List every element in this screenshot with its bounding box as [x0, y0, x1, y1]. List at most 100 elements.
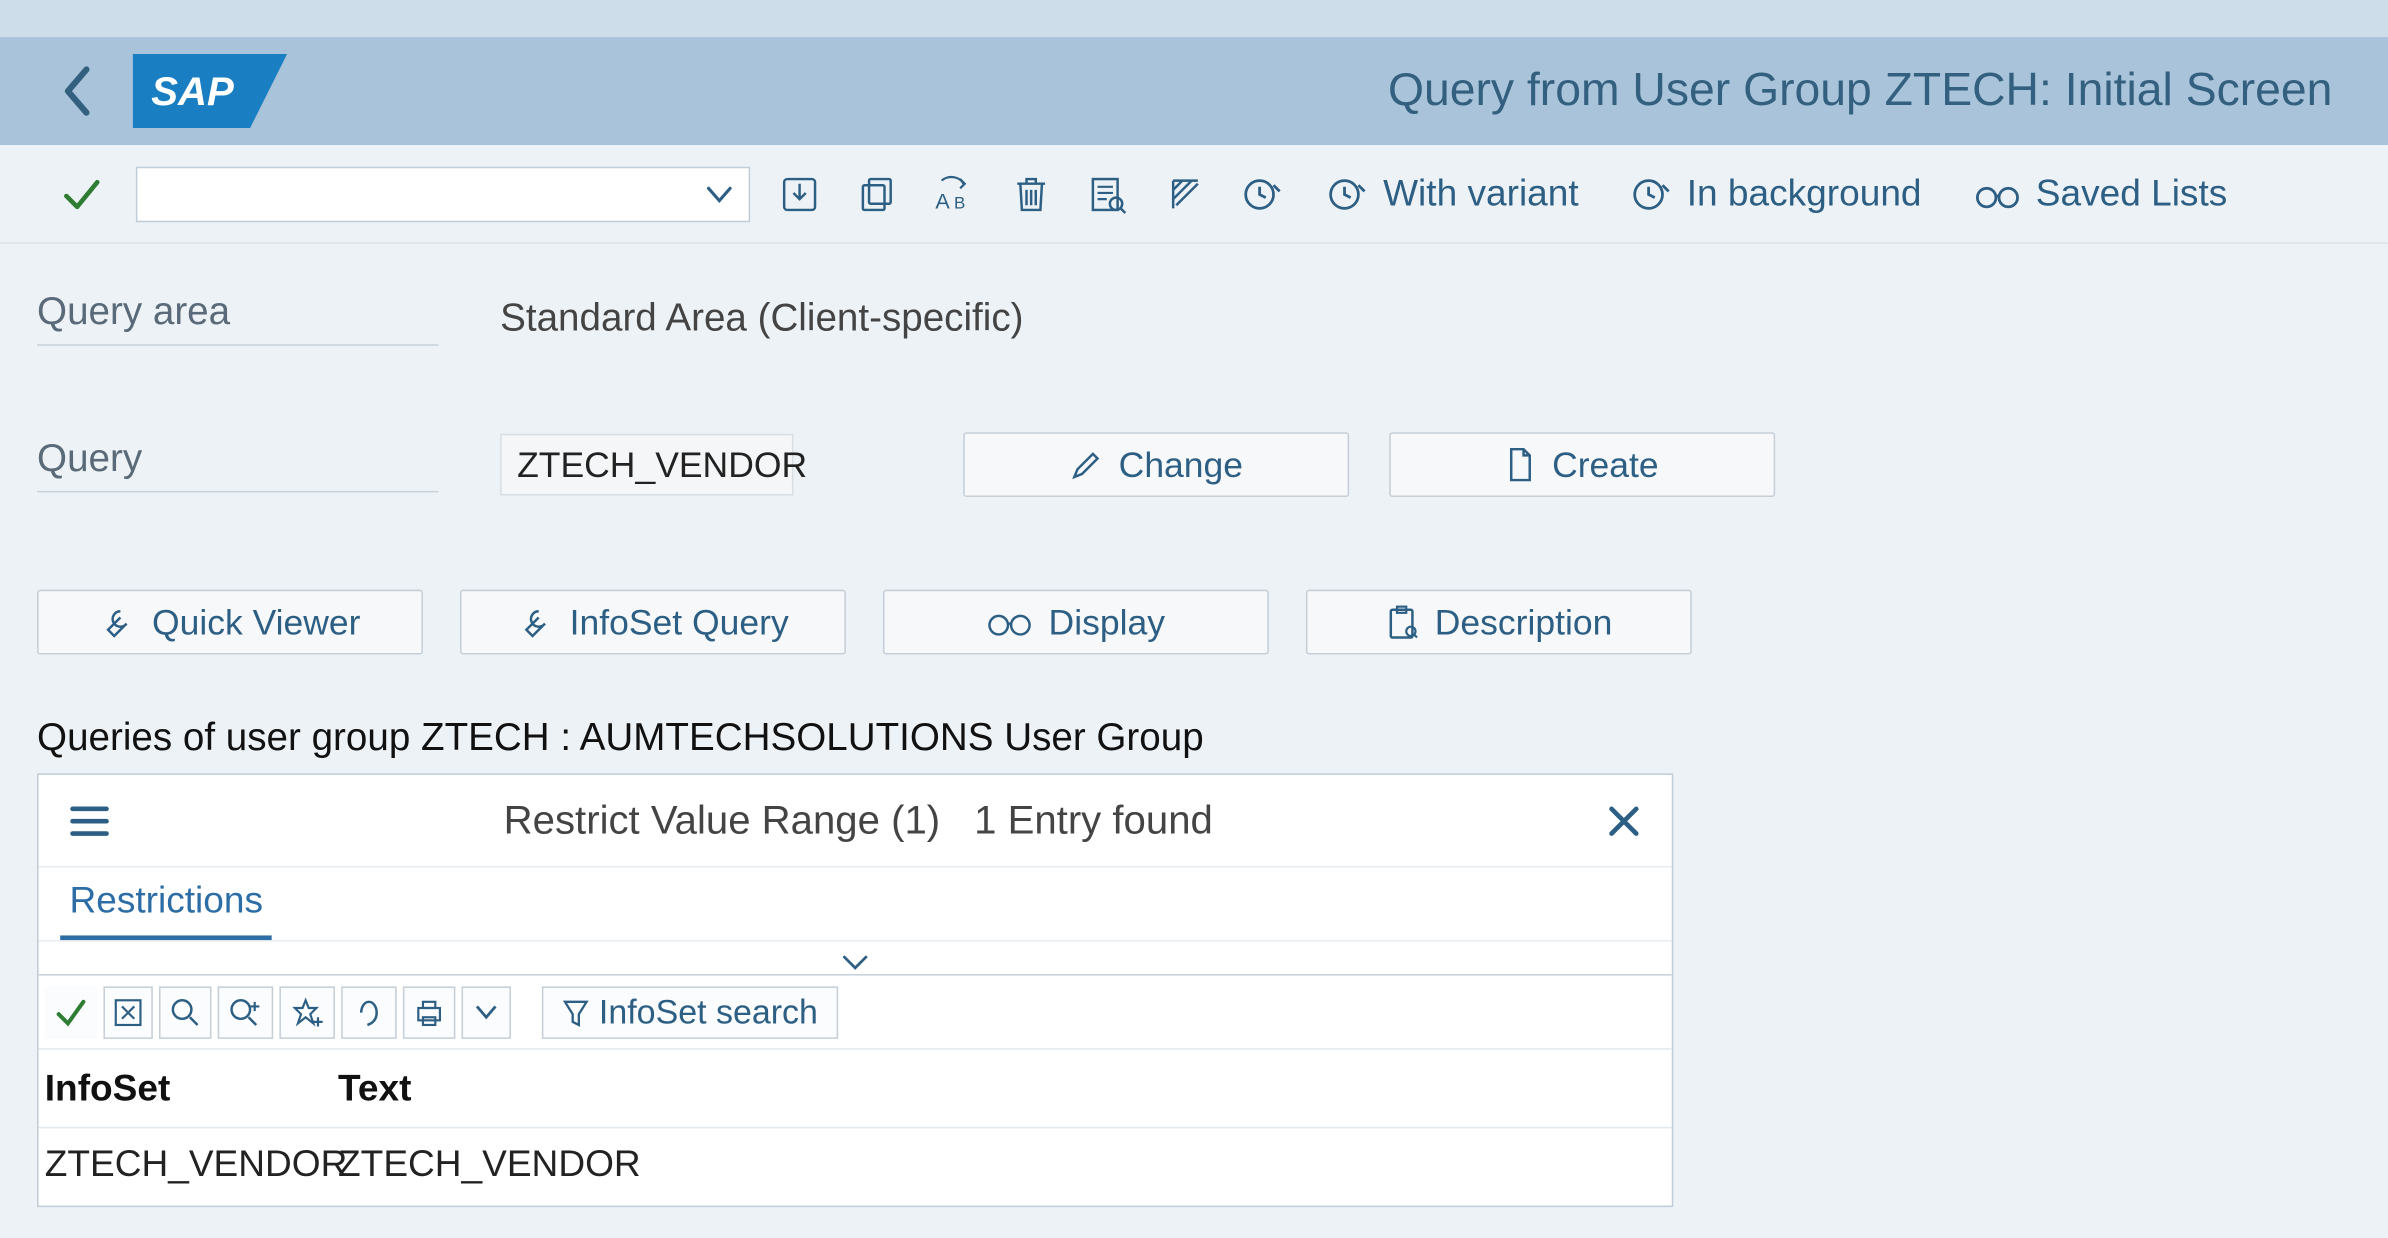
clipboard-icon	[1385, 604, 1419, 641]
pencil-icon	[1069, 448, 1103, 482]
popup-toolbar: InfoSet search	[39, 976, 1672, 1050]
col-infoset[interactable]: InfoSet	[45, 1068, 338, 1111]
popup-menu-button[interactable]	[69, 803, 109, 837]
hamburger-icon	[69, 803, 109, 837]
cancel-box-icon	[114, 998, 142, 1026]
query-area-value: Standard Area (Client-specific)	[500, 296, 1023, 341]
layout-button[interactable]	[1158, 166, 1214, 222]
top-thin-bar	[0, 0, 2388, 37]
layout-icon	[1167, 174, 1204, 214]
infoset-query-button[interactable]: InfoSet Query	[460, 590, 846, 655]
display-label: Display	[1049, 601, 1165, 643]
svg-text:SAP: SAP	[151, 69, 234, 114]
save-icon	[780, 174, 820, 214]
chevron-down-icon	[705, 184, 733, 203]
tab-restrictions-label: Restrictions	[69, 880, 263, 922]
popup-cancel-button[interactable]	[103, 986, 152, 1038]
clock-variant-icon	[1328, 174, 1368, 214]
popup-title: Restrict Value Range (1) 1 Entry found	[153, 797, 1564, 845]
glasses-icon	[1974, 177, 2020, 211]
search-list-button[interactable]	[1081, 166, 1137, 222]
search-list-icon	[1088, 174, 1128, 214]
change-button[interactable]: Change	[963, 432, 1349, 497]
rename-button[interactable]: AB	[926, 166, 982, 222]
popup-accept-button[interactable]	[45, 986, 97, 1038]
create-button[interactable]: Create	[1389, 432, 1775, 497]
display-button[interactable]: Display	[883, 590, 1269, 655]
infoset-query-label: InfoSet Query	[570, 601, 789, 643]
clock-icon	[1243, 174, 1283, 214]
table-row[interactable]: ZTECH_VENDOR ZTECH_VENDOR	[39, 1128, 1672, 1205]
create-label: Create	[1552, 444, 1659, 486]
page-title: Query from User Group ZTECH: Initial Scr…	[287, 65, 2342, 117]
copy-button[interactable]	[849, 166, 905, 222]
query-input-value: ZTECH_VENDOR	[517, 444, 807, 486]
trash-icon	[1013, 174, 1050, 214]
popup-close-button[interactable]	[1607, 803, 1641, 837]
glasses-icon	[987, 607, 1033, 638]
popup-personal-list-button[interactable]	[341, 986, 397, 1038]
query-input[interactable]: ZTECH_VENDOR	[500, 434, 793, 496]
value-help-popup: Restrict Value Range (1) 1 Entry found R…	[37, 773, 1673, 1207]
star-plus-icon	[290, 996, 324, 1027]
titlebar: SAP Query from User Group ZTECH: Initial…	[0, 37, 2388, 145]
description-button[interactable]: Description	[1306, 590, 1692, 655]
form-area: Query area Standard Area (Client-specifi…	[0, 244, 2388, 1238]
popup-search-button[interactable]	[159, 986, 211, 1038]
collapse-toggle[interactable]	[39, 942, 1672, 976]
popup-title-right: 1 Entry found	[974, 797, 1213, 845]
quick-viewer-label: Quick Viewer	[152, 601, 361, 643]
save-button[interactable]	[772, 166, 828, 222]
ear-icon	[352, 996, 386, 1027]
popup-infoset-search-label: InfoSet search	[599, 992, 818, 1032]
wrench-icon	[517, 605, 554, 639]
document-icon	[1506, 446, 1537, 483]
with-variant-label: With variant	[1383, 172, 1579, 215]
wrench-icon	[99, 605, 136, 639]
chevron-down-icon	[474, 1003, 499, 1022]
check-icon	[62, 174, 102, 214]
change-label: Change	[1119, 444, 1243, 486]
print-icon	[414, 996, 445, 1027]
svg-text:B: B	[954, 193, 965, 212]
with-variant-button[interactable]: With variant	[1312, 166, 1594, 222]
cell-infoset: ZTECH_VENDOR	[45, 1144, 338, 1187]
check-icon	[54, 995, 88, 1029]
rename-icon: AB	[932, 174, 975, 214]
enter-button[interactable]	[62, 174, 102, 214]
clock-bg-icon	[1631, 174, 1671, 214]
close-icon	[1607, 803, 1641, 837]
filter-icon	[562, 996, 590, 1027]
description-label: Description	[1435, 601, 1613, 643]
delete-button[interactable]	[1003, 166, 1059, 222]
in-background-button[interactable]: In background	[1616, 166, 1937, 222]
popup-favorite-button[interactable]	[279, 986, 335, 1038]
svg-text:A: A	[935, 188, 950, 213]
in-background-label: In background	[1687, 172, 1922, 215]
app-toolbar: AB With variant In background Saved List…	[0, 145, 2388, 244]
sap-logo: SAP	[133, 54, 287, 128]
copy-icon	[857, 174, 897, 214]
command-input[interactable]	[136, 166, 750, 222]
search-plus-icon	[228, 996, 262, 1027]
chevron-down-icon	[840, 952, 871, 971]
popup-infoset-search-button[interactable]: InfoSet search	[542, 986, 838, 1038]
col-text[interactable]: Text	[338, 1068, 1666, 1111]
popup-search-next-button[interactable]	[218, 986, 274, 1038]
saved-lists-button[interactable]: Saved Lists	[1959, 166, 2243, 222]
execute-button[interactable]	[1235, 166, 1291, 222]
popup-print-button[interactable]	[403, 986, 455, 1038]
tab-restrictions[interactable]: Restrictions	[60, 868, 272, 941]
back-button[interactable]	[46, 60, 108, 122]
popup-table-header: InfoSet Text	[39, 1050, 1672, 1129]
section-heading: Queries of user group ZTECH : AUMTECHSOL…	[37, 716, 2351, 761]
cell-text: ZTECH_VENDOR	[338, 1144, 641, 1187]
query-label: Query	[37, 437, 438, 493]
popup-title-left: Restrict Value Range (1)	[504, 797, 940, 845]
chevron-left-icon	[60, 65, 94, 117]
saved-lists-label: Saved Lists	[2036, 172, 2228, 215]
popup-more-button[interactable]	[462, 986, 511, 1038]
search-icon	[170, 996, 201, 1027]
query-area-label: Query area	[37, 290, 438, 346]
quick-viewer-button[interactable]: Quick Viewer	[37, 590, 423, 655]
